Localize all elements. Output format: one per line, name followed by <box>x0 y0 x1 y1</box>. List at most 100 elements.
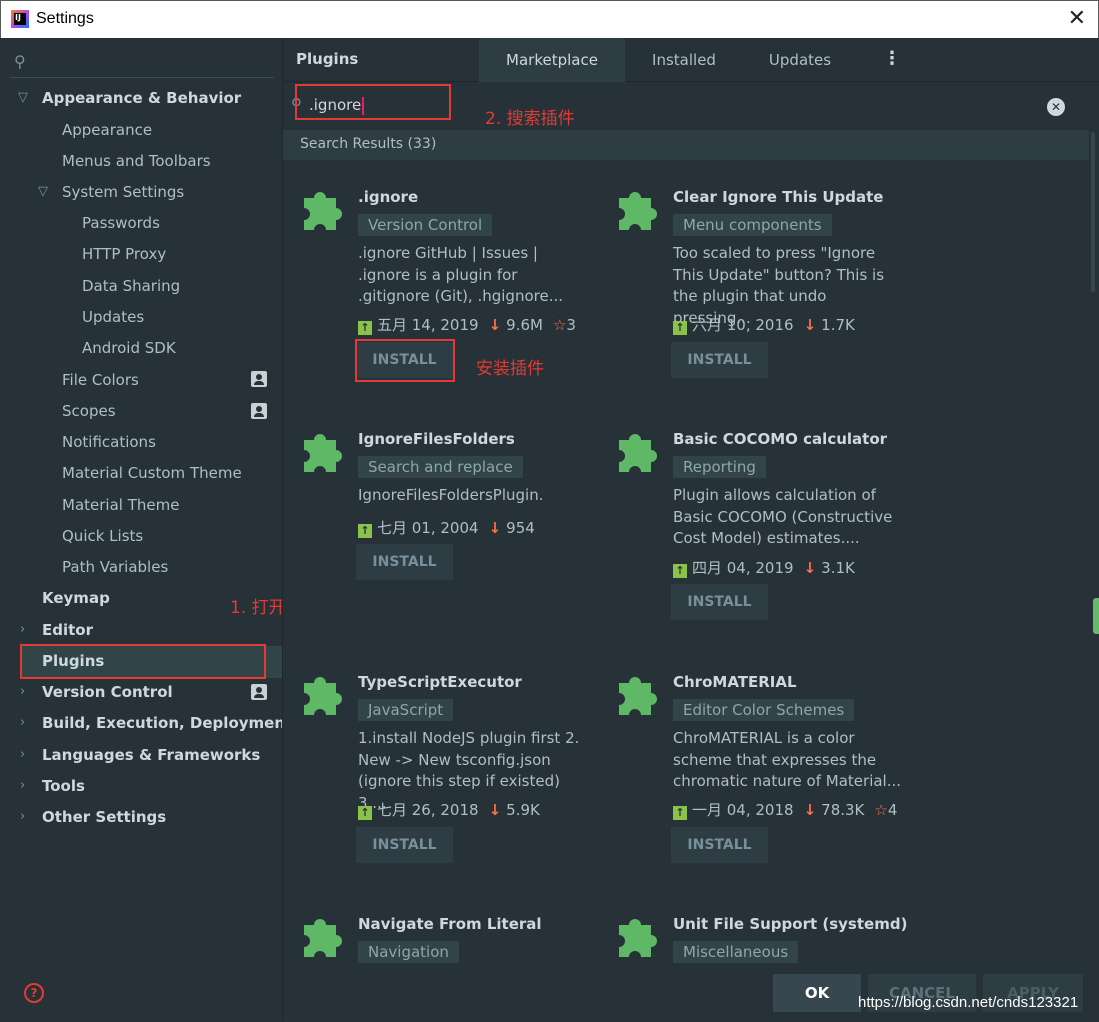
sidebar-item-build-execution-deployment[interactable]: Build, Execution, Deployment <box>42 714 292 732</box>
plugin-card-basic-cocomo[interactable]: Basic COCOMO calculator Reporting Plugin… <box>615 430 915 620</box>
window-close-button[interactable]: ✕ <box>1068 6 1086 31</box>
plugin-description: Plugin allows calculation of Basic COCOM… <box>673 486 893 547</box>
annotation-search: 2. 搜索插件 <box>485 109 575 129</box>
sidebar-item-updates[interactable]: Updates <box>82 308 144 326</box>
plugin-downloads: 954 <box>506 519 535 537</box>
window-titlebar: IJ Settings ✕ <box>0 0 1099 38</box>
sidebar-item-passwords[interactable]: Passwords <box>82 214 160 232</box>
plugin-puzzle-icon <box>619 434 657 472</box>
star-icon: ☆ <box>874 801 888 819</box>
chevron-down-icon[interactable]: ▽ <box>18 90 28 105</box>
plugin-name[interactable]: Navigate From Literal <box>358 915 542 933</box>
tab-updates[interactable]: Updates <box>749 38 851 82</box>
annotation-install: 安装插件 <box>476 359 544 379</box>
download-icon: ↓ <box>803 559 817 577</box>
sidebar-item-android-sdk[interactable]: Android SDK <box>82 339 176 357</box>
plugin-meta: ↑ 七月 01, 2004 ↓ 954 <box>358 517 535 538</box>
project-level-icon <box>251 403 267 419</box>
install-button[interactable]: INSTALL <box>671 827 768 863</box>
plugin-card-chromaterial[interactable]: ChroMATERIAL Editor Color Schemes ChroMA… <box>615 673 915 873</box>
plugin-name[interactable]: TypeScriptExecutor <box>358 673 522 691</box>
download-icon: ↓ <box>488 316 502 334</box>
chevron-right-icon[interactable]: › <box>20 684 25 699</box>
plugin-meta: ↑ 四月 04, 2019 ↓ 3.1K <box>673 557 855 578</box>
sidebar-item-tools[interactable]: Tools <box>42 777 85 795</box>
ok-button[interactable]: OK <box>773 974 861 1012</box>
sidebar-item-material-theme[interactable]: Material Theme <box>62 496 179 514</box>
sidebar-item-file-colors[interactable]: File Colors <box>62 371 139 389</box>
plugin-card-ignorefilesfolders[interactable]: IgnoreFilesFolders Search and replace Ig… <box>300 430 600 580</box>
updated-date-icon: ↑ <box>673 806 687 820</box>
plugin-downloads: 1.7K <box>821 316 855 334</box>
chevron-right-icon[interactable]: › <box>20 622 25 637</box>
sidebar-item-path-variables[interactable]: Path Variables <box>62 558 168 576</box>
sidebar-item-languages-frameworks[interactable]: Languages & Frameworks <box>42 746 260 764</box>
sidebar-item-other-settings[interactable]: Other Settings <box>42 808 166 826</box>
sidebar-item-scopes[interactable]: Scopes <box>62 402 116 420</box>
plugin-date: 七月 01, 2004 <box>377 519 479 537</box>
clear-search-icon[interactable]: ✕ <box>1047 98 1065 116</box>
sidebar-item-editor[interactable]: Editor <box>42 621 93 639</box>
plugin-puzzle-icon <box>304 434 342 472</box>
more-options-icon[interactable]: ⋮ <box>883 48 901 69</box>
plugin-date: 七月 26, 2018 <box>377 801 479 819</box>
chevron-right-icon[interactable]: › <box>20 715 25 730</box>
install-button[interactable]: INSTALL <box>671 342 768 378</box>
plugin-date: 五月 14, 2019 <box>377 316 479 334</box>
plugin-name[interactable]: Clear Ignore This Update <box>673 188 883 206</box>
plugin-date: 四月 04, 2019 <box>692 559 794 577</box>
install-highlight-box <box>355 339 455 382</box>
download-icon: ↓ <box>488 801 502 819</box>
sidebar-item-appearance-behavior[interactable]: Appearance & Behavior <box>42 89 241 107</box>
download-icon: ↓ <box>803 316 817 334</box>
tab-installed[interactable]: Installed <box>633 38 735 82</box>
updated-date-icon: ↑ <box>358 321 372 335</box>
install-button[interactable]: INSTALL <box>671 584 768 620</box>
plugin-puzzle-icon <box>304 192 342 230</box>
help-icon[interactable]: ? <box>24 983 44 1003</box>
sidebar-item-material-custom-theme[interactable]: Material Custom Theme <box>62 464 242 482</box>
chevron-right-icon[interactable]: › <box>20 778 25 793</box>
plugin-description: ChroMATERIAL is a color scheme that expr… <box>673 729 902 790</box>
sidebar-item-http-proxy[interactable]: HTTP Proxy <box>82 245 166 263</box>
sidebar-item-system-settings[interactable]: System Settings <box>62 183 184 201</box>
plugin-category-badge: Editor Color Schemes <box>673 699 855 721</box>
plugin-downloads: 78.3K <box>821 801 865 819</box>
sidebar-item-quick-lists[interactable]: Quick Lists <box>62 527 143 545</box>
sidebar-item-appearance[interactable]: Appearance <box>62 121 152 139</box>
sidebar-item-keymap[interactable]: Keymap <box>42 589 110 607</box>
chevron-right-icon[interactable]: › <box>20 747 25 762</box>
chevron-down-icon[interactable]: ▽ <box>38 184 48 199</box>
plugins-header: Plugins Marketplace Installed Updates ⋮ <box>283 38 1099 82</box>
sidebar-item-menus-toolbars[interactable]: Menus and Toolbars <box>62 152 211 170</box>
plugin-name[interactable]: .ignore <box>358 188 418 206</box>
sidebar-search-input[interactable]: ⚲ <box>10 52 274 78</box>
chevron-right-icon[interactable]: › <box>20 809 25 824</box>
plugin-rating: 3 <box>566 316 576 334</box>
updated-date-icon: ↑ <box>673 564 687 578</box>
install-button[interactable]: INSTALL <box>356 827 453 863</box>
plugin-name[interactable]: ChroMATERIAL <box>673 673 797 691</box>
plugin-puzzle-icon <box>619 919 657 957</box>
plugin-card-unit-file-support[interactable]: Unit File Support (systemd) Miscellaneou… <box>615 915 915 975</box>
scrollbar-thumb[interactable] <box>1091 132 1095 292</box>
window-title: Settings <box>36 10 94 27</box>
install-button[interactable]: INSTALL <box>356 544 453 580</box>
plugin-card-typescriptexecutor[interactable]: TypeScriptExecutor JavaScript 1.install … <box>300 673 600 873</box>
sidebar-item-data-sharing[interactable]: Data Sharing <box>82 277 180 295</box>
side-indicator <box>1093 598 1099 634</box>
plugin-meta: ↑ 七月 26, 2018 ↓ 5.9K <box>358 799 540 820</box>
plugin-name[interactable]: Basic COCOMO calculator <box>673 430 887 448</box>
results-scrollbar[interactable] <box>1089 130 1099 990</box>
updated-date-icon: ↑ <box>358 806 372 820</box>
plugin-name[interactable]: IgnoreFilesFolders <box>358 430 515 448</box>
plugin-card-navigate-from-literal[interactable]: Navigate From Literal Navigation <box>300 915 600 975</box>
plugin-category-badge: Navigation <box>358 941 459 963</box>
sidebar-item-notifications[interactable]: Notifications <box>62 433 156 451</box>
plugin-meta: ↑ 六月 10, 2016 ↓ 1.7K <box>673 314 855 335</box>
plugin-puzzle-icon <box>304 677 342 715</box>
plugin-card-clear-ignore[interactable]: Clear Ignore This Update Menu components… <box>615 188 915 388</box>
plugin-name[interactable]: Unit File Support (systemd) <box>673 915 907 933</box>
sidebar-item-version-control[interactable]: Version Control <box>42 683 173 701</box>
tab-marketplace[interactable]: Marketplace <box>479 38 625 82</box>
